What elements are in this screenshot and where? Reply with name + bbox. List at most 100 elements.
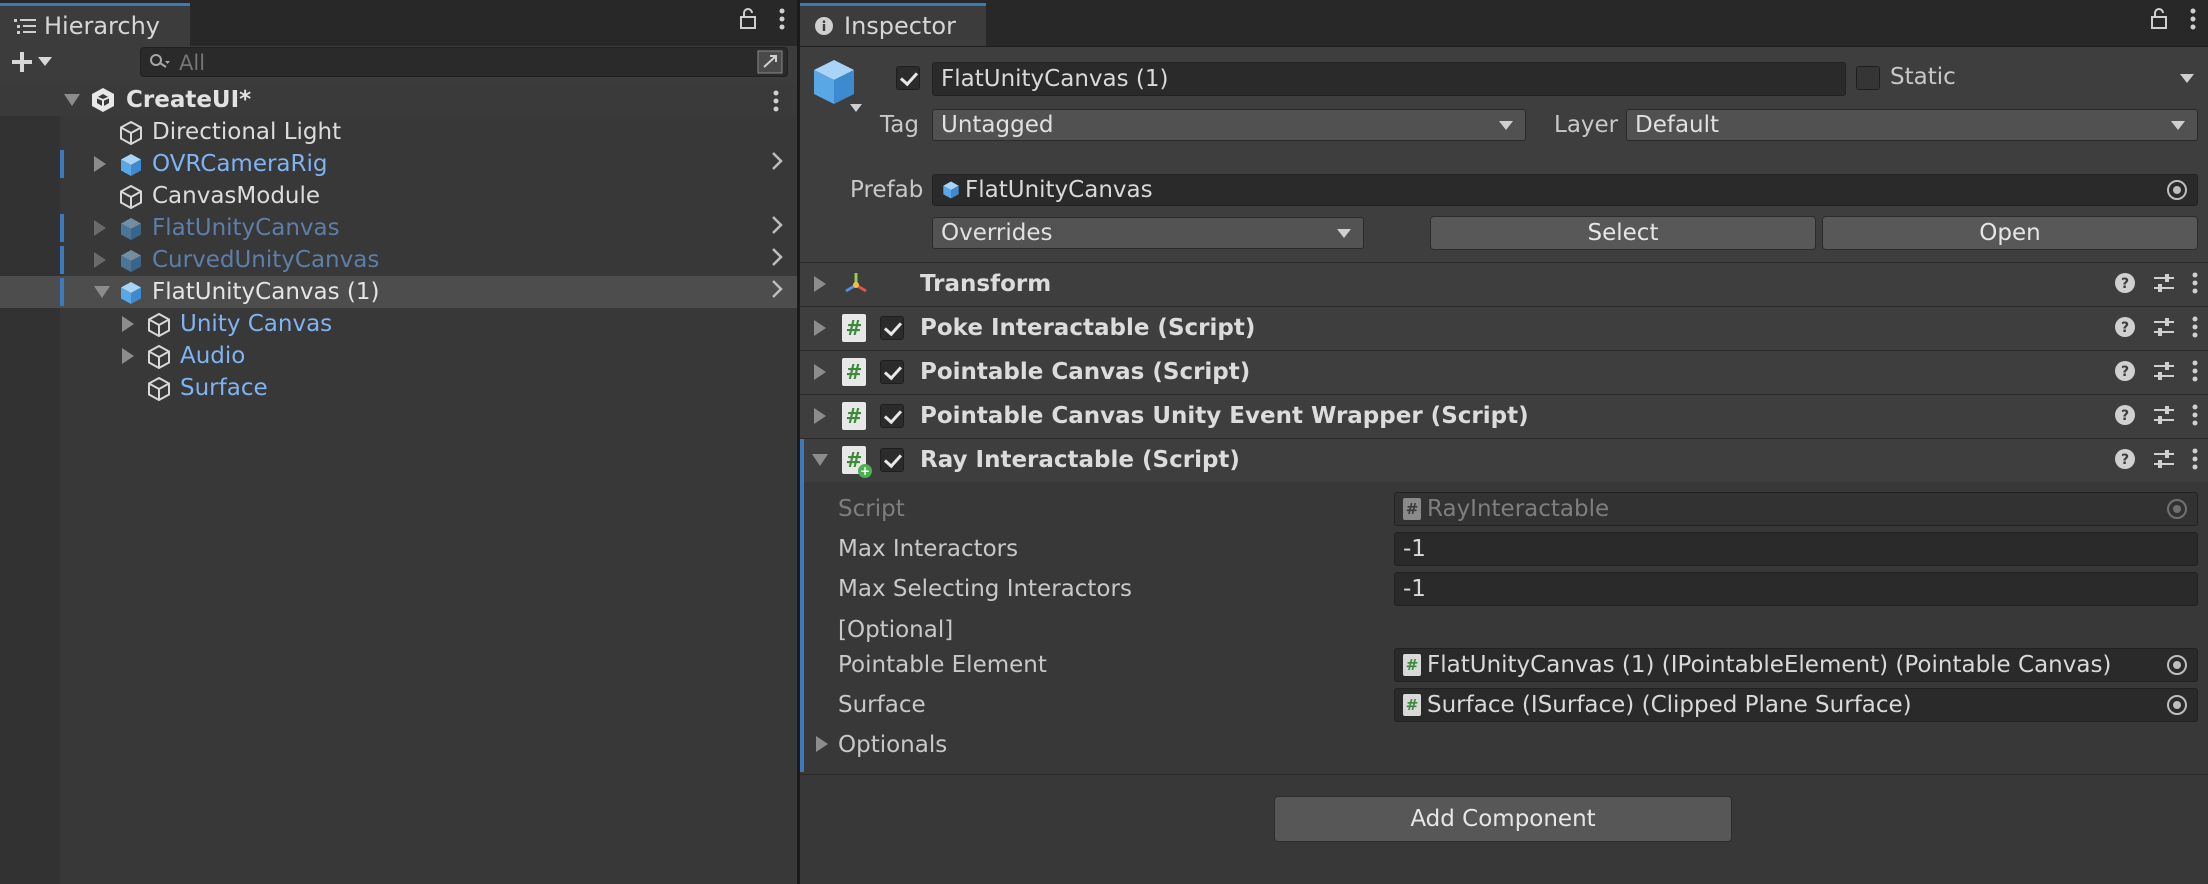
- hierarchy-item[interactable]: Unity Canvas: [0, 308, 797, 340]
- open-button[interactable]: Open: [1822, 216, 2198, 250]
- component-title: Transform: [920, 271, 1052, 297]
- object-name-field[interactable]: FlatUnityCanvas (1): [932, 62, 1846, 96]
- add-component-button[interactable]: Add Component: [1274, 796, 1732, 842]
- component-enabled-checkbox[interactable]: [880, 360, 904, 384]
- surface-field[interactable]: # Surface (ISurface) (Clipped Plane Surf…: [1394, 688, 2198, 722]
- optionals-foldout-label[interactable]: Optionals: [838, 732, 947, 758]
- tag-dropdown[interactable]: Untagged: [932, 109, 1526, 141]
- script-icon: #: [842, 402, 866, 430]
- icon-dropdown-arrow[interactable]: [850, 104, 862, 112]
- prefab-field[interactable]: FlatUnityCanvas: [932, 174, 2198, 206]
- tab-inspector-label: Inspector: [844, 12, 956, 40]
- help-icon[interactable]: ?: [2114, 448, 2136, 470]
- foldout-closed-icon[interactable]: [94, 156, 106, 172]
- presets-icon[interactable]: [2152, 448, 2176, 470]
- foldout-closed-icon[interactable]: [816, 736, 828, 752]
- component-header-transform[interactable]: Transform ?: [800, 262, 2208, 306]
- info-icon: [814, 16, 834, 36]
- object-picker-icon[interactable]: [2167, 695, 2187, 715]
- more-options-icon[interactable]: [2190, 8, 2196, 30]
- layer-label: Layer: [1554, 112, 1619, 138]
- hierarchy-item[interactable]: Audio: [0, 340, 797, 372]
- object-picker-icon: [2167, 499, 2187, 519]
- prefab-cube-icon[interactable]: [812, 58, 856, 106]
- foldout-open-icon[interactable]: [812, 454, 828, 466]
- chevron-right-icon[interactable]: [771, 215, 783, 241]
- max-selecting-field[interactable]: -1: [1394, 572, 2198, 606]
- more-options-icon[interactable]: [779, 8, 785, 30]
- help-icon[interactable]: ?: [2114, 404, 2136, 426]
- foldout-closed-icon[interactable]: [122, 316, 134, 332]
- hierarchy-item[interactable]: CanvasModule: [0, 180, 797, 212]
- hierarchy-item[interactable]: CurvedUnityCanvas: [0, 244, 797, 276]
- component-menu-icon[interactable]: [2192, 316, 2198, 338]
- overrides-dropdown[interactable]: Overrides: [932, 217, 1364, 249]
- presets-icon[interactable]: [2152, 404, 2176, 426]
- hierarchy-item-label: OVRCameraRig: [152, 151, 328, 177]
- max-interactors-value: -1: [1403, 536, 1426, 562]
- component-header-event-wrapper[interactable]: # Pointable Canvas Unity Event Wrapper (…: [800, 394, 2208, 438]
- hierarchy-item-selected[interactable]: FlatUnityCanvas (1): [0, 276, 797, 308]
- gameobject-cube-icon: [118, 120, 144, 146]
- lock-icon[interactable]: [739, 8, 757, 30]
- help-icon[interactable]: ?: [2114, 272, 2136, 294]
- gameobject-cube-icon: [146, 376, 172, 402]
- component-menu-icon[interactable]: [2192, 360, 2198, 382]
- unity-scene-icon: [90, 87, 116, 113]
- panel-divider[interactable]: [797, 0, 800, 884]
- object-picker-icon[interactable]: [2167, 655, 2187, 675]
- create-button[interactable]: [10, 50, 52, 74]
- chevron-right-icon[interactable]: [771, 279, 783, 305]
- foldout-closed-icon[interactable]: [814, 320, 826, 336]
- svg-text:?: ?: [2121, 408, 2129, 424]
- hierarchy-item[interactable]: OVRCameraRig: [0, 148, 797, 180]
- static-checkbox[interactable]: [1856, 66, 1880, 90]
- chevron-right-icon[interactable]: [771, 247, 783, 273]
- hierarchy-item[interactable]: FlatUnityCanvas: [0, 212, 797, 244]
- hierarchy-item-label: Audio: [180, 343, 246, 369]
- tab-inspector[interactable]: Inspector: [800, 3, 986, 46]
- presets-icon[interactable]: [2152, 316, 2176, 338]
- foldout-closed-icon[interactable]: [814, 364, 826, 380]
- foldout-open-icon[interactable]: [94, 286, 110, 298]
- chevron-right-icon[interactable]: [771, 151, 783, 177]
- layer-dropdown[interactable]: Default: [1626, 109, 2198, 141]
- presets-icon[interactable]: [2152, 360, 2176, 382]
- component-enabled-checkbox[interactable]: [880, 448, 904, 472]
- component-enabled-checkbox[interactable]: [880, 404, 904, 428]
- tab-hierarchy[interactable]: Hierarchy: [0, 3, 190, 46]
- lock-icon[interactable]: [2150, 8, 2168, 30]
- component-header-ray-interactable[interactable]: # + Ray Interactable (Script) ?: [800, 438, 2208, 482]
- component-enabled-checkbox[interactable]: [880, 316, 904, 340]
- override-indicator: [800, 482, 804, 772]
- svg-text:?: ?: [2121, 320, 2129, 336]
- component-menu-icon[interactable]: [2192, 404, 2198, 426]
- surface-label: Surface: [838, 692, 926, 718]
- foldout-closed-icon[interactable]: [94, 220, 106, 236]
- foldout-closed-icon[interactable]: [94, 252, 106, 268]
- presets-icon[interactable]: [2152, 272, 2176, 294]
- component-menu-icon[interactable]: [2192, 448, 2198, 470]
- object-picker-icon[interactable]: [2167, 180, 2187, 200]
- scene-visibility-icon[interactable]: [757, 50, 783, 74]
- scene-row[interactable]: CreateUI*: [0, 84, 797, 116]
- scene-menu-icon[interactable]: [773, 90, 779, 112]
- foldout-closed-icon[interactable]: [814, 408, 826, 424]
- search-input[interactable]: [177, 50, 741, 76]
- select-button[interactable]: Select: [1430, 216, 1816, 250]
- hierarchy-item[interactable]: Directional Light: [0, 116, 797, 148]
- foldout-closed-icon[interactable]: [814, 276, 826, 292]
- static-dropdown-arrow[interactable]: [2180, 74, 2194, 83]
- hierarchy-tabbar: Hierarchy: [0, 0, 797, 47]
- foldout-open-icon[interactable]: [64, 94, 80, 106]
- help-icon[interactable]: ?: [2114, 316, 2136, 338]
- component-header-poke-interactable[interactable]: # Poke Interactable (Script) ?: [800, 306, 2208, 350]
- pointable-element-field[interactable]: # FlatUnityCanvas (1) (IPointableElement…: [1394, 648, 2198, 682]
- active-checkbox[interactable]: [896, 66, 920, 90]
- hierarchy-item[interactable]: Surface: [0, 372, 797, 404]
- component-header-pointable-canvas[interactable]: # Pointable Canvas (Script) ?: [800, 350, 2208, 394]
- component-menu-icon[interactable]: [2192, 272, 2198, 294]
- foldout-closed-icon[interactable]: [122, 348, 134, 364]
- help-icon[interactable]: ?: [2114, 360, 2136, 382]
- max-interactors-field[interactable]: -1: [1394, 532, 2198, 566]
